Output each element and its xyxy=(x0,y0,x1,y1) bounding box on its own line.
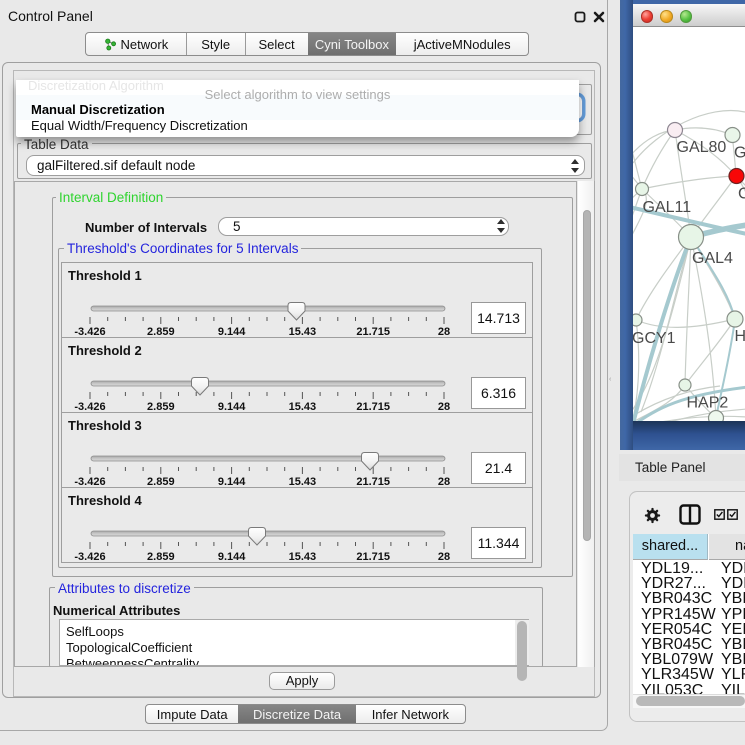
svg-text:28: 28 xyxy=(438,401,450,412)
svg-text:15.43: 15.43 xyxy=(289,476,317,487)
svg-text:GA: GA xyxy=(734,145,745,162)
svg-text:GAL80: GAL80 xyxy=(677,139,727,156)
svg-text:2.859: 2.859 xyxy=(147,326,175,337)
svg-text:9.144: 9.144 xyxy=(218,401,246,412)
svg-text:2.859: 2.859 xyxy=(147,551,175,562)
svg-text:-3.426: -3.426 xyxy=(74,551,105,562)
svg-text:GCY1: GCY1 xyxy=(633,330,676,347)
svg-text:-3.426: -3.426 xyxy=(74,401,105,412)
svg-text:28: 28 xyxy=(438,551,450,562)
svg-text:15.43: 15.43 xyxy=(289,551,317,562)
svg-text:HAP2: HAP2 xyxy=(687,395,729,412)
svg-text:28: 28 xyxy=(438,476,450,487)
svg-text:21.715: 21.715 xyxy=(356,401,390,412)
svg-text:9.144: 9.144 xyxy=(218,476,246,487)
svg-text:-3.426: -3.426 xyxy=(74,476,105,487)
svg-text:2.859: 2.859 xyxy=(147,401,175,412)
svg-text:2.859: 2.859 xyxy=(147,476,175,487)
svg-text:28: 28 xyxy=(438,326,450,337)
svg-text:H: H xyxy=(735,328,745,345)
svg-text:9.144: 9.144 xyxy=(218,551,246,562)
svg-text:15.43: 15.43 xyxy=(289,401,317,412)
svg-text:C: C xyxy=(738,186,745,203)
svg-text:21.715: 21.715 xyxy=(356,551,390,562)
svg-text:21.715: 21.715 xyxy=(356,476,390,487)
svg-text:GAL11: GAL11 xyxy=(643,199,692,216)
svg-text:15.43: 15.43 xyxy=(289,326,317,337)
svg-text:21.715: 21.715 xyxy=(356,326,390,337)
svg-text:-3.426: -3.426 xyxy=(74,326,105,337)
svg-text:GAL4: GAL4 xyxy=(692,250,733,267)
svg-text:9.144: 9.144 xyxy=(218,326,246,337)
